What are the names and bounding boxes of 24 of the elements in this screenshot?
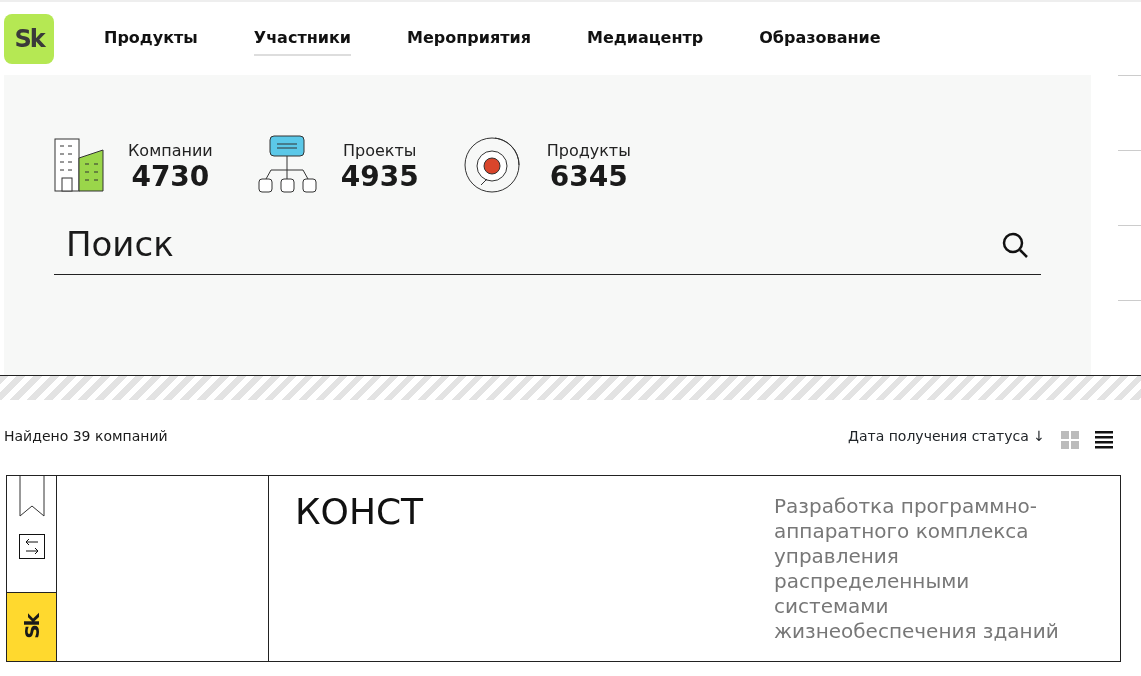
results-count: Найдено 39 компаний — [4, 427, 168, 446]
search-field[interactable]: Поиск — [54, 219, 1041, 275]
nav-link[interactable]: Образование — [759, 21, 881, 56]
stat-value: 4730 — [130, 163, 211, 191]
sort-dropdown[interactable]: Дата получения статуса ↓ — [848, 426, 1045, 447]
nav-link[interactable]: Мероприятия — [407, 21, 531, 56]
bookmark-icon[interactable] — [18, 476, 45, 518]
stat-label: Компании — [128, 140, 213, 162]
badge-logo: Sk — [7, 592, 56, 661]
stat-value: 6345 — [548, 163, 629, 191]
compare-icon[interactable] — [18, 534, 45, 560]
nav-link[interactable]: Участники — [253, 21, 351, 56]
company-name[interactable]: КОНСТ — [295, 494, 424, 661]
stat-label: Продукты — [546, 140, 631, 162]
hierarchy-icon — [256, 135, 317, 195]
stat-label: Проекты — [342, 140, 418, 162]
nav-link[interactable]: Продукты — [104, 21, 198, 56]
search-icon[interactable] — [1001, 231, 1029, 259]
company-description: Разработка программно-аппаратного комплекса управления распределенными системами жизнеобеспечения зданий — [774, 494, 1060, 645]
buildings-icon — [54, 138, 104, 192]
nav-link[interactable]: Медиацентр — [587, 21, 704, 56]
stat-value: 4935 — [340, 163, 419, 191]
target-icon — [462, 135, 523, 195]
logo[interactable]: Sk — [4, 13, 54, 64]
